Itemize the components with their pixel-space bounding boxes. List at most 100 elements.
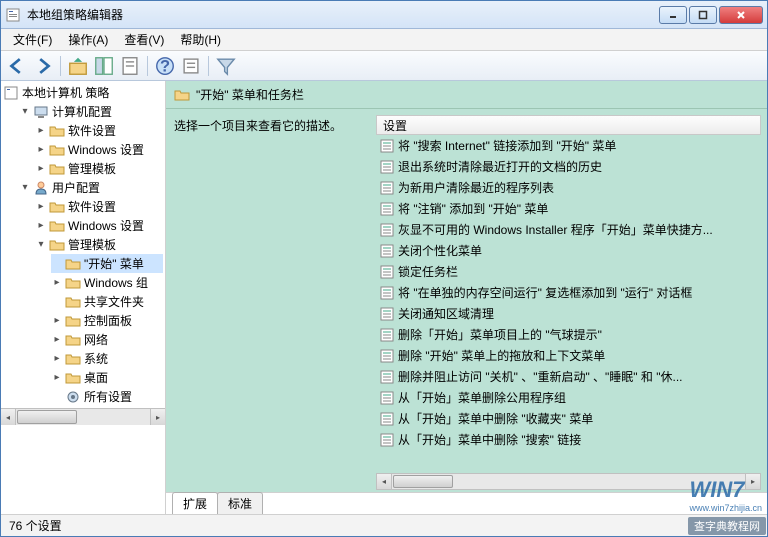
list-item[interactable]: 从「开始」菜单中删除 "搜索" 链接 bbox=[376, 429, 761, 450]
tree-control-panel[interactable]: ▸控制面板 bbox=[51, 311, 163, 330]
expand-icon[interactable]: ▸ bbox=[51, 353, 63, 365]
tree-horizontal-scrollbar[interactable]: ◂ ▸ bbox=[1, 408, 165, 425]
scroll-right-icon[interactable]: ▸ bbox=[745, 474, 760, 489]
tree-label: 管理模板 bbox=[68, 160, 116, 177]
list-item[interactable]: 将 "搜索 Internet" 链接添加到 "开始" 菜单 bbox=[376, 135, 761, 156]
setting-label: 删除并阻止访问 "关机" 、"重新启动" 、"睡眠" 和 "休... bbox=[398, 368, 683, 385]
setting-label: 为新用户清除最近的程序列表 bbox=[398, 179, 554, 196]
description-pane: 选择一个项目来查看它的描述。 bbox=[166, 109, 376, 492]
tree-cc-windows[interactable]: ▸ Windows 设置 bbox=[35, 140, 163, 159]
expand-icon[interactable]: ▸ bbox=[35, 201, 47, 213]
list-item[interactable]: 将 "在单独的内存空间运行" 复选框添加到 "运行" 对话框 bbox=[376, 282, 761, 303]
folder-icon bbox=[65, 370, 81, 386]
expand-icon[interactable]: ▸ bbox=[35, 163, 47, 175]
scroll-left-icon[interactable]: ◂ bbox=[377, 474, 392, 489]
folder-icon bbox=[49, 218, 65, 234]
tree-start-menu[interactable]: "开始" 菜单 bbox=[51, 254, 163, 273]
policy-icon bbox=[3, 85, 19, 101]
tree-pane[interactable]: 本地计算机 策略 ▾ 计算机配置 ▸ 软件设置 ▸ Windows 设置 ▸ 管理模板… bbox=[1, 81, 166, 514]
tree-root[interactable]: 本地计算机 策略 bbox=[3, 83, 163, 102]
menu-file[interactable]: 文件(F) bbox=[5, 29, 60, 50]
options-button[interactable] bbox=[179, 54, 203, 78]
view-tabs: 扩展 标准 bbox=[166, 492, 767, 514]
collapse-icon[interactable]: ▾ bbox=[35, 239, 47, 251]
tree-label: Windows 设置 bbox=[68, 217, 144, 234]
list-item[interactable]: 将 "注销" 添加到 "开始" 菜单 bbox=[376, 198, 761, 219]
tree-windows-comp[interactable]: ▸Windows 组 bbox=[51, 273, 163, 292]
list-item[interactable]: 灰显不可用的 Windows Installer 程序「开始」菜单快捷方... bbox=[376, 219, 761, 240]
menu-view[interactable]: 查看(V) bbox=[116, 29, 172, 50]
collapse-icon[interactable]: ▾ bbox=[19, 106, 31, 118]
tree-all-settings[interactable]: 所有设置 bbox=[51, 387, 163, 406]
scroll-left-icon[interactable]: ◂ bbox=[1, 409, 16, 425]
tree-user-config[interactable]: ▾ 用户配置 bbox=[19, 178, 163, 197]
expand-icon[interactable]: ▸ bbox=[51, 334, 63, 346]
setting-label: 关闭通知区域清理 bbox=[398, 305, 494, 322]
tab-extended[interactable]: 扩展 bbox=[172, 492, 218, 514]
content-header: "开始" 菜单和任务栏 bbox=[166, 81, 767, 109]
folder-icon bbox=[49, 123, 65, 139]
list-item[interactable]: 锁定任务栏 bbox=[376, 261, 761, 282]
up-button[interactable] bbox=[66, 54, 90, 78]
tree-shared-folders[interactable]: 共享文件夹 bbox=[51, 292, 163, 311]
tree-label: 桌面 bbox=[84, 369, 108, 386]
back-button[interactable] bbox=[5, 54, 29, 78]
expand-icon[interactable]: ▸ bbox=[35, 144, 47, 156]
expand-icon[interactable]: ▸ bbox=[51, 315, 63, 327]
tree-uc-software[interactable]: ▸ 软件设置 bbox=[35, 197, 163, 216]
menu-help[interactable]: 帮助(H) bbox=[172, 29, 229, 50]
menu-action[interactable]: 操作(A) bbox=[60, 29, 116, 50]
help-button[interactable]: ? bbox=[153, 54, 177, 78]
collapse-icon[interactable]: ▾ bbox=[19, 182, 31, 194]
filter-button[interactable] bbox=[214, 54, 238, 78]
list-item[interactable]: 从「开始」菜单删除公用程序组 bbox=[376, 387, 761, 408]
expand-icon[interactable]: ▸ bbox=[51, 372, 63, 384]
folder-icon bbox=[49, 237, 65, 253]
list-item[interactable]: 删除 "开始" 菜单上的拖放和上下文菜单 bbox=[376, 345, 761, 366]
properties-button[interactable] bbox=[118, 54, 142, 78]
setting-icon bbox=[380, 433, 394, 447]
expand-icon[interactable]: ▸ bbox=[35, 125, 47, 137]
tree-label: 软件设置 bbox=[68, 198, 116, 215]
list-item[interactable]: 关闭个性化菜单 bbox=[376, 240, 761, 261]
settings-list-pane: 设置 将 "搜索 Internet" 链接添加到 "开始" 菜单退出系统时清除最… bbox=[376, 109, 767, 492]
minimize-button[interactable] bbox=[659, 6, 687, 24]
scroll-thumb[interactable] bbox=[393, 475, 453, 488]
list-horizontal-scrollbar[interactable]: ◂ ▸ bbox=[376, 473, 761, 490]
tree-cc-software[interactable]: ▸软件设置 bbox=[35, 121, 163, 140]
list-item[interactable]: 从「开始」菜单中删除 "收藏夹" 菜单 bbox=[376, 408, 761, 429]
tree-system[interactable]: ▸系统 bbox=[51, 349, 163, 368]
tree-uc-windows[interactable]: ▸ Windows 设置 bbox=[35, 216, 163, 235]
titlebar[interactable]: 本地组策略编辑器 bbox=[1, 1, 767, 29]
list-item[interactable]: 删除「开始」菜单项目上的 "气球提示" bbox=[376, 324, 761, 345]
computer-icon bbox=[33, 104, 49, 120]
maximize-button[interactable] bbox=[689, 6, 717, 24]
tree-label: 本地计算机 策略 bbox=[22, 84, 109, 101]
column-header-settings[interactable]: 设置 bbox=[376, 115, 761, 135]
list-item[interactable]: 退出系统时清除最近打开的文档的历史 bbox=[376, 156, 761, 177]
settings-list[interactable]: 将 "搜索 Internet" 链接添加到 "开始" 菜单退出系统时清除最近打开… bbox=[376, 135, 761, 473]
tree-label: 计算机配置 bbox=[52, 103, 112, 120]
description-prompt: 选择一个项目来查看它的描述。 bbox=[174, 119, 342, 133]
tree-computer-config[interactable]: ▾ 计算机配置 bbox=[19, 102, 163, 121]
tree-label: 管理模板 bbox=[68, 236, 116, 253]
expand-icon[interactable]: ▸ bbox=[35, 220, 47, 232]
forward-button[interactable] bbox=[31, 54, 55, 78]
scroll-thumb[interactable] bbox=[17, 410, 77, 424]
close-button[interactable] bbox=[719, 6, 763, 24]
tab-standard[interactable]: 标准 bbox=[217, 492, 263, 514]
tree-desktop[interactable]: ▸ 桌面 bbox=[51, 368, 163, 387]
scroll-right-icon[interactable]: ▸ bbox=[150, 409, 165, 425]
expand-icon[interactable]: ▸ bbox=[51, 277, 63, 289]
tree-uc-admin[interactable]: ▾ 管理模板 bbox=[35, 235, 163, 254]
list-item[interactable]: 删除并阻止访问 "关机" 、"重新启动" 、"睡眠" 和 "休... bbox=[376, 366, 761, 387]
tree-network[interactable]: ▸网络 bbox=[51, 330, 163, 349]
tree-cc-admin[interactable]: ▸ 管理模板 bbox=[35, 159, 163, 178]
show-hide-tree-button[interactable] bbox=[92, 54, 116, 78]
list-item[interactable]: 关闭通知区域清理 bbox=[376, 303, 761, 324]
settings-icon bbox=[65, 389, 81, 405]
list-item[interactable]: 为新用户清除最近的程序列表 bbox=[376, 177, 761, 198]
setting-label: 删除「开始」菜单项目上的 "气球提示" bbox=[398, 326, 602, 343]
setting-icon bbox=[380, 328, 394, 342]
tree-label: Windows 设置 bbox=[68, 141, 144, 158]
